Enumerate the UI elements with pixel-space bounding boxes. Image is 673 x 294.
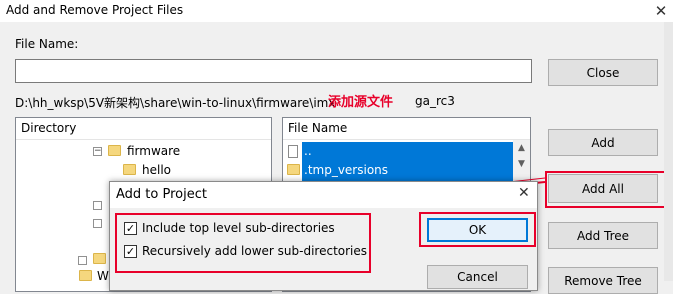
cancel-button[interactable]: Cancel <box>427 265 528 289</box>
ok-button[interactable]: OK <box>427 218 528 242</box>
include-top-level-label[interactable]: Include top level sub-directories <box>142 221 335 235</box>
recursive-add-label[interactable]: Recursively add lower sub-directories <box>142 244 367 258</box>
include-top-level-checkbox[interactable]: ✓ <box>124 222 137 235</box>
recursive-add-checkbox[interactable]: ✓ <box>124 245 137 258</box>
dialog-close-icon[interactable]: ✕ <box>518 185 530 201</box>
dialog-title: Add to Project <box>110 182 537 208</box>
